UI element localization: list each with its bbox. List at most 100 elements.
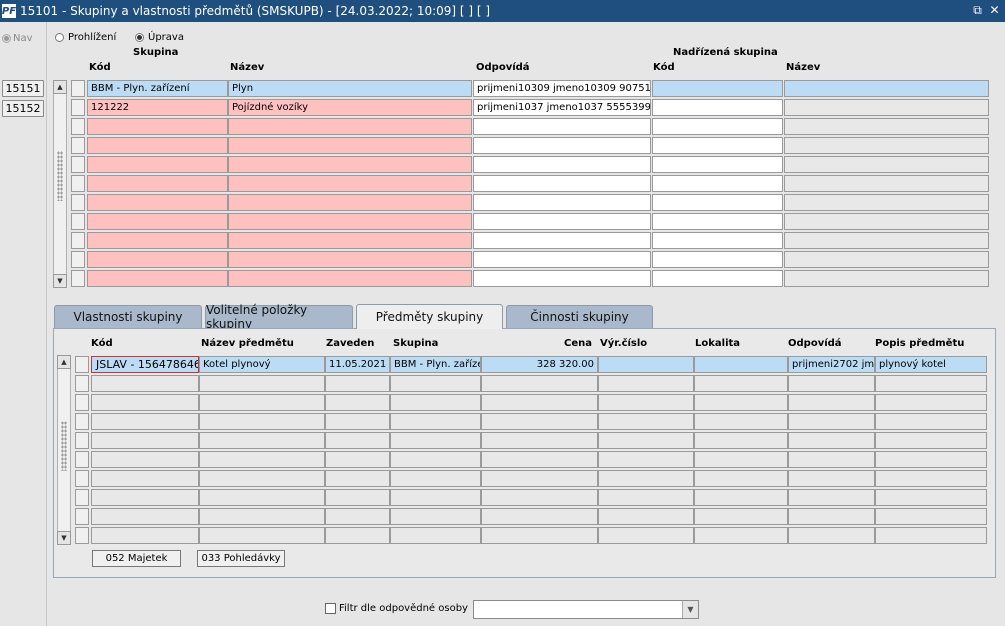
group-cell-parent-nazev[interactable]: [784, 175, 989, 192]
group-cell-kod[interactable]: [87, 232, 228, 249]
item-cell-zaveden[interactable]: [325, 413, 390, 430]
item-cell-lokalita[interactable]: [694, 527, 788, 544]
item-cell-odpovida[interactable]: [788, 508, 875, 525]
item-cell-nazev[interactable]: [199, 470, 325, 487]
item-cell-skupina[interactable]: [390, 375, 481, 392]
group-cell-nazev[interactable]: [228, 194, 472, 211]
item-cell-nazev[interactable]: [199, 451, 325, 468]
item-cell-popis[interactable]: [875, 413, 987, 430]
tab-vlastnosti-skupiny[interactable]: Vlastnosti skupiny: [54, 305, 202, 328]
item-cell-vyr-cislo[interactable]: [598, 508, 694, 525]
row-selector[interactable]: [75, 451, 89, 468]
item-cell-popis[interactable]: [875, 432, 987, 449]
group-cell-parent-kod[interactable]: [652, 118, 783, 135]
group-cell-nazev[interactable]: [228, 270, 472, 287]
filter-responsible[interactable]: Filtr dle odpovědné osoby: [325, 603, 468, 614]
group-cell-odpovida[interactable]: prijmeni10309 jmeno10309 90751137: [473, 80, 651, 97]
item-cell-zaveden[interactable]: [325, 527, 390, 544]
item-cell-skupina[interactable]: [390, 527, 481, 544]
item-cell-zaveden[interactable]: [325, 394, 390, 411]
group-cell-odpovida[interactable]: prijmeni1037 jmeno1037 55553992: [473, 99, 651, 116]
item-cell-skupina[interactable]: BBM - Plyn. zaříze: [390, 356, 481, 373]
item-cell-kod[interactable]: JSLAV - 156478646: [91, 356, 199, 373]
group-cell-parent-kod[interactable]: [652, 80, 783, 97]
item-cell-lokalita[interactable]: [694, 489, 788, 506]
item-cell-cena[interactable]: [481, 413, 598, 430]
item-cell-odpovida[interactable]: [788, 451, 875, 468]
scroll-up-icon[interactable]: ▲: [57, 355, 71, 369]
group-cell-nazev[interactable]: [228, 175, 472, 192]
item-cell-zaveden[interactable]: [325, 508, 390, 525]
item-cell-lokalita[interactable]: [694, 413, 788, 430]
group-cell-nazev[interactable]: [228, 251, 472, 268]
group-cell-parent-kod[interactable]: [652, 213, 783, 230]
filter-checkbox[interactable]: [325, 603, 336, 614]
group-cell-nazev[interactable]: Plyn: [228, 80, 472, 97]
item-cell-kod[interactable]: [91, 527, 199, 544]
group-cell-kod[interactable]: [87, 175, 228, 192]
item-cell-odpovida[interactable]: [788, 394, 875, 411]
item-cell-vyr-cislo[interactable]: [598, 394, 694, 411]
row-selector[interactable]: [71, 99, 85, 116]
item-cell-popis[interactable]: [875, 470, 987, 487]
group-cell-odpovida[interactable]: [473, 251, 651, 268]
item-cell-vyr-cislo[interactable]: [598, 470, 694, 487]
group-cell-parent-kod[interactable]: [652, 194, 783, 211]
item-cell-vyr-cislo[interactable]: [598, 375, 694, 392]
item-cell-odpovida[interactable]: prijmeni2702 jmen: [788, 356, 875, 373]
group-cell-kod[interactable]: [87, 137, 228, 154]
item-cell-zaveden[interactable]: [325, 375, 390, 392]
item-cell-kod[interactable]: [91, 451, 199, 468]
row-selector[interactable]: [75, 394, 89, 411]
group-cell-parent-nazev[interactable]: [784, 213, 989, 230]
item-cell-odpovida[interactable]: [788, 489, 875, 506]
scroll-down-icon[interactable]: ▼: [57, 531, 71, 545]
row-selector[interactable]: [71, 251, 85, 268]
item-cell-odpovida[interactable]: [788, 470, 875, 487]
item-cell-odpovida[interactable]: [788, 413, 875, 430]
item-cell-popis[interactable]: [875, 451, 987, 468]
item-cell-kod[interactable]: [91, 413, 199, 430]
side-button-15151[interactable]: 15151: [2, 80, 44, 97]
row-selector[interactable]: [71, 175, 85, 192]
tab-predmety-skupiny[interactable]: Předměty skupiny: [356, 304, 503, 329]
group-cell-parent-nazev[interactable]: [784, 99, 989, 116]
row-selector[interactable]: [75, 508, 89, 525]
item-cell-skupina[interactable]: [390, 489, 481, 506]
item-cell-skupina[interactable]: [390, 451, 481, 468]
item-cell-lokalita[interactable]: [694, 508, 788, 525]
item-cell-lokalita[interactable]: [694, 356, 788, 373]
item-cell-odpovida[interactable]: [788, 375, 875, 392]
groups-scrollbar[interactable]: ▲ ▼: [53, 80, 67, 288]
majetek-button[interactable]: 052 Majetek: [92, 550, 181, 567]
item-cell-nazev[interactable]: [199, 413, 325, 430]
item-cell-skupina[interactable]: [390, 508, 481, 525]
group-cell-nazev[interactable]: [228, 118, 472, 135]
item-cell-odpovida[interactable]: [788, 432, 875, 449]
group-cell-parent-nazev[interactable]: [784, 251, 989, 268]
item-cell-vyr-cislo[interactable]: [598, 356, 694, 373]
group-cell-nazev[interactable]: [228, 232, 472, 249]
row-selector[interactable]: [71, 232, 85, 249]
group-cell-odpovida[interactable]: [473, 213, 651, 230]
row-selector[interactable]: [71, 213, 85, 230]
item-cell-popis[interactable]: [875, 375, 987, 392]
item-cell-vyr-cislo[interactable]: [598, 489, 694, 506]
item-cell-lokalita[interactable]: [694, 451, 788, 468]
mode-edit-option[interactable]: Úprava: [135, 32, 184, 43]
item-cell-vyr-cislo[interactable]: [598, 451, 694, 468]
item-cell-cena[interactable]: [481, 470, 598, 487]
group-cell-kod[interactable]: BBM - Plyn. zařízení: [87, 80, 228, 97]
row-selector[interactable]: [71, 137, 85, 154]
scroll-grip[interactable]: [57, 151, 63, 201]
item-cell-lokalita[interactable]: [694, 375, 788, 392]
group-cell-nazev[interactable]: Pojízdné vozíky: [228, 99, 472, 116]
mode-view-option[interactable]: Prohlížení: [55, 32, 116, 43]
row-selector[interactable]: [71, 80, 85, 97]
group-cell-kod[interactable]: [87, 156, 228, 173]
item-cell-kod[interactable]: [91, 508, 199, 525]
scroll-grip[interactable]: [61, 421, 67, 471]
item-cell-cena[interactable]: [481, 394, 598, 411]
group-cell-parent-nazev[interactable]: [784, 194, 989, 211]
item-cell-popis[interactable]: [875, 489, 987, 506]
